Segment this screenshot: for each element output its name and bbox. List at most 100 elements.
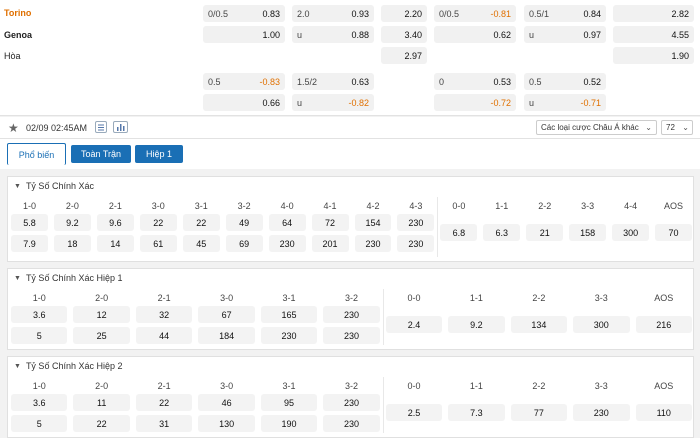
odds-cell[interactable]: 230 <box>397 214 435 231</box>
odds-cell[interactable]: 300 <box>612 224 650 241</box>
odds-cell[interactable]: 230 <box>354 235 392 252</box>
odds-cell[interactable]: 2.97 <box>381 47 427 64</box>
odds-cell[interactable]: 6.3 <box>483 224 521 241</box>
odds-cell[interactable]: 14 <box>96 235 134 252</box>
odds-cell[interactable]: 190 <box>260 415 318 432</box>
odds-cell[interactable]: 134 <box>510 316 568 333</box>
odds-cell[interactable]: 216 <box>635 316 692 333</box>
section-title[interactable]: ▼ Tỷ Số Chính Xác <box>14 181 94 191</box>
odds-cell[interactable]: 69 <box>225 235 263 252</box>
odds-cell[interactable]: 0.62 <box>434 26 516 43</box>
odds-cell[interactable]: 67 <box>198 306 255 323</box>
odds-cell[interactable]: 22 <box>182 214 220 231</box>
odds-cell[interactable]: 49 <box>225 214 263 231</box>
odds-cell[interactable]: 0.66 <box>203 94 285 111</box>
odds-cell[interactable]: 11 <box>73 394 130 411</box>
odds-cell[interactable]: 9.6 <box>96 214 134 231</box>
odds-cell[interactable]: u -0.71 <box>524 94 606 111</box>
odds-cell[interactable]: 0 0.53 <box>434 73 516 90</box>
odds-cell[interactable]: 0.5 0.52 <box>524 73 606 90</box>
odds-cell[interactable]: 25 <box>73 327 130 344</box>
odds-cell[interactable]: 230 <box>260 327 318 344</box>
odds-cell[interactable]: 3.40 <box>381 26 427 43</box>
section-title[interactable]: ▼ Tỷ Số Chính Xác Hiệp 2 <box>14 361 123 371</box>
odds-cell[interactable]: 154 <box>354 214 392 231</box>
odds-cell[interactable]: 230 <box>323 415 380 432</box>
odds-line: 0/0.5 <box>439 8 460 19</box>
odds-cell[interactable]: 2.82 <box>613 5 694 22</box>
odds-cell[interactable]: u 0.97 <box>524 26 606 43</box>
odds-cell[interactable]: 0/0.5 -0.81 <box>434 5 516 22</box>
odds-cell[interactable]: 5 <box>11 327 68 344</box>
odds-cell[interactable]: 70 <box>655 224 692 241</box>
odds-cell[interactable]: 22 <box>139 214 177 231</box>
odds-cell[interactable]: 22 <box>73 415 130 432</box>
odds-cell[interactable]: 77 <box>510 404 568 421</box>
odds-cell[interactable]: 230 <box>268 235 306 252</box>
odds-cell[interactable]: 2.0 0.93 <box>292 5 374 22</box>
tab-first-half[interactable]: Hiệp 1 <box>135 145 183 163</box>
tab-full-match[interactable]: Toàn Trận <box>71 145 131 163</box>
odds-cell[interactable]: 230 <box>397 235 435 252</box>
odds-cell[interactable]: -0.72 <box>434 94 516 111</box>
odds-cell[interactable]: 1.90 <box>613 47 694 64</box>
odds-cell[interactable]: u -0.82 <box>292 94 374 111</box>
odds-cell[interactable]: 5 <box>11 415 68 432</box>
star-icon[interactable]: ★ <box>8 121 19 135</box>
odds-cell[interactable]: 3.6 <box>11 306 68 323</box>
odds-cell[interactable]: 1.5/2 0.63 <box>292 73 374 90</box>
odds-cell[interactable]: 6.8 <box>440 224 478 241</box>
odds-cell[interactable]: 300 <box>573 316 630 333</box>
odds-cell[interactable]: 21 <box>526 224 564 241</box>
odds-cell[interactable]: 7.9 <box>11 235 48 252</box>
odds-cell[interactable]: 4.55 <box>613 26 694 43</box>
odds-cell[interactable]: 2.4 <box>385 316 443 333</box>
odds-cell[interactable]: 130 <box>198 415 255 432</box>
odds-cell[interactable]: 9.2 <box>448 316 505 333</box>
odds-cell[interactable]: 46 <box>198 394 255 411</box>
odds-cell[interactable]: 12 <box>73 306 130 323</box>
odds-cell[interactable]: 61 <box>139 235 177 252</box>
odds-cell[interactable]: 95 <box>260 394 318 411</box>
odds-cell[interactable]: 1.00 <box>203 26 285 43</box>
odds-cell[interactable]: 230 <box>323 306 380 323</box>
odds-cell[interactable]: 184 <box>198 327 255 344</box>
odds-cell[interactable]: u 0.88 <box>292 26 374 43</box>
odds-cell[interactable]: 31 <box>135 415 193 432</box>
odds-cell[interactable]: 45 <box>182 235 220 252</box>
odds-cell[interactable]: 2.5 <box>385 404 443 421</box>
score-header: 0-0 <box>407 381 421 391</box>
odds-cell[interactable]: 0.5/1 0.84 <box>524 5 606 22</box>
odds-cell[interactable]: 201 <box>311 235 349 252</box>
list-icon[interactable] <box>95 121 107 133</box>
tab-popular[interactable]: Phổ biến <box>7 143 66 165</box>
odds-cell[interactable]: 165 <box>260 306 318 323</box>
stats-chart-icon[interactable] <box>113 121 128 133</box>
odds-cell[interactable]: 18 <box>53 235 91 252</box>
odds-cell[interactable]: 230 <box>323 394 380 411</box>
odds-cell[interactable]: 72 <box>311 214 349 231</box>
odds-cell[interactable]: 9.2 <box>53 214 91 231</box>
odds-cell[interactable]: 158 <box>569 224 607 241</box>
odds-cell[interactable]: 230 <box>573 404 630 421</box>
odds-cell[interactable]: 2.20 <box>381 5 427 22</box>
home-team[interactable]: Torino <box>4 8 31 18</box>
odds-cell[interactable]: 64 <box>268 214 306 231</box>
odds-line: u <box>297 29 303 40</box>
market-count-select[interactable]: 72 ⌄ <box>661 120 693 135</box>
odds-cell[interactable]: 230 <box>323 327 380 344</box>
odds-cell[interactable]: 110 <box>635 404 692 421</box>
away-team[interactable]: Genoa <box>4 30 32 40</box>
odds-cell[interactable]: 22 <box>135 394 193 411</box>
odds-cell[interactable]: 32 <box>135 306 193 323</box>
score-header: 1-0 <box>32 293 46 303</box>
odds-cell[interactable]: 44 <box>135 327 193 344</box>
odds-cell[interactable]: 5.8 <box>11 214 48 231</box>
odds-cell[interactable]: 0/0.5 0.83 <box>203 5 285 22</box>
score-header: 1-1 <box>469 381 483 391</box>
section-title[interactable]: ▼ Tỷ Số Chính Xác Hiệp 1 <box>14 273 123 283</box>
odds-cell[interactable]: 7.3 <box>448 404 505 421</box>
odds-cell[interactable]: 0.5 -0.83 <box>203 73 285 90</box>
bet-type-select[interactable]: Các loại cược Châu Á khác ⌄ <box>536 120 657 135</box>
odds-cell[interactable]: 3.6 <box>11 394 68 411</box>
